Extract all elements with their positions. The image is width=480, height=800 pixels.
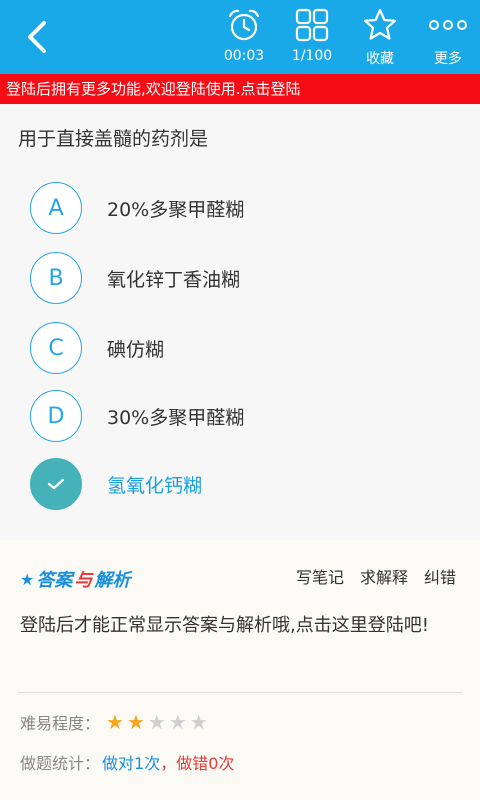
check-icon <box>47 478 65 490</box>
stats-row: 做题统计： 做对1次 ， 做错0次 <box>20 750 234 774</box>
difficulty-row: 难易程度： ★ ★ ★ ★ ★ <box>20 710 211 734</box>
answer-title-part: 与 <box>74 570 93 591</box>
chevron-left-icon <box>28 21 46 53</box>
more-dots-icon <box>429 20 467 30</box>
star-icon: ★ <box>106 710 124 734</box>
option-text: 氧化锌丁香油糊 <box>107 268 241 291</box>
top-toolbar: 00:03 1/100 收藏 更多 <box>0 0 480 74</box>
star-icon: ★ <box>147 710 166 734</box>
divider <box>18 692 462 693</box>
option-letter: A <box>30 182 82 234</box>
favorite-label: 收藏 <box>366 51 394 67</box>
progress-label: 1/100 <box>291 48 333 64</box>
option-text: 20%多聚甲醛糊 <box>107 198 245 221</box>
progress-button[interactable]: 1/100 <box>278 6 346 70</box>
favorite-button[interactable]: 收藏 <box>346 6 414 70</box>
stats-right: 做对1次 <box>102 754 161 773</box>
alarm-clock-icon <box>228 9 260 41</box>
option-e-correct[interactable]: 氢氧化钙糊 <box>30 458 460 510</box>
option-text: 30%多聚甲醛糊 <box>107 406 245 429</box>
stats-separator: ， <box>160 754 177 773</box>
correct-check <box>30 458 82 510</box>
answer-title-part: 答案 <box>36 570 73 591</box>
star-icon: ★ <box>126 710 145 734</box>
write-note-link[interactable]: 写笔记 <box>296 564 344 588</box>
option-text: 碘仿糊 <box>107 338 165 361</box>
question-text: 用于直接盖髓的药剂是 <box>18 128 209 150</box>
grid-icon <box>295 8 329 42</box>
option-d[interactable]: D 30%多聚甲醛糊 <box>30 390 460 442</box>
login-banner[interactable]: 登陆后拥有更多功能,欢迎登陆使用.点击登陆 <box>0 74 480 104</box>
difficulty-stars: ★ ★ ★ ★ ★ <box>106 712 211 732</box>
request-explanation-link[interactable]: 求解释 <box>360 564 408 588</box>
star-icon: ★ <box>189 710 208 734</box>
login-prompt-message[interactable]: 登陆后才能正常显示答案与解析哦,点击这里登陆吧! <box>20 610 460 642</box>
star-icon <box>363 8 397 40</box>
stats-wrong: 做错0次 <box>176 754 235 773</box>
more-label: 更多 <box>434 51 462 67</box>
timer-label: 00:03 <box>223 48 265 64</box>
option-b[interactable]: B 氧化锌丁香油糊 <box>30 252 460 304</box>
star-icon: ★ <box>168 710 187 734</box>
more-button[interactable]: 更多 <box>414 6 480 70</box>
option-letter: C <box>30 322 82 374</box>
report-error-link[interactable]: 纠错 <box>424 564 456 588</box>
difficulty-label: 难易程度： <box>20 714 101 733</box>
back-button[interactable] <box>14 14 60 60</box>
answer-actions: 写笔记 求解释 纠错 <box>296 564 456 588</box>
answer-title-part: 解析 <box>94 570 131 591</box>
star-bullet-icon: ★ <box>20 569 35 589</box>
option-c[interactable]: C 碘仿糊 <box>30 322 460 374</box>
option-letter: B <box>30 252 82 304</box>
question-area: 用于直接盖髓的药剂是 A 20%多聚甲醛糊 B 氧化锌丁香油糊 C 碘仿糊 D … <box>0 104 480 540</box>
option-a[interactable]: A 20%多聚甲醛糊 <box>30 182 460 234</box>
stats-label: 做题统计： <box>20 754 101 773</box>
option-letter: D <box>30 390 82 442</box>
answer-title: ★ 答案 与 解析 <box>20 566 130 592</box>
answer-section: ★ 答案 与 解析 写笔记 求解释 纠错 登陆后才能正常显示答案与解析哦,点击这… <box>0 540 480 800</box>
timer-button[interactable]: 00:03 <box>210 6 278 70</box>
option-text: 氢氧化钙糊 <box>107 474 203 497</box>
